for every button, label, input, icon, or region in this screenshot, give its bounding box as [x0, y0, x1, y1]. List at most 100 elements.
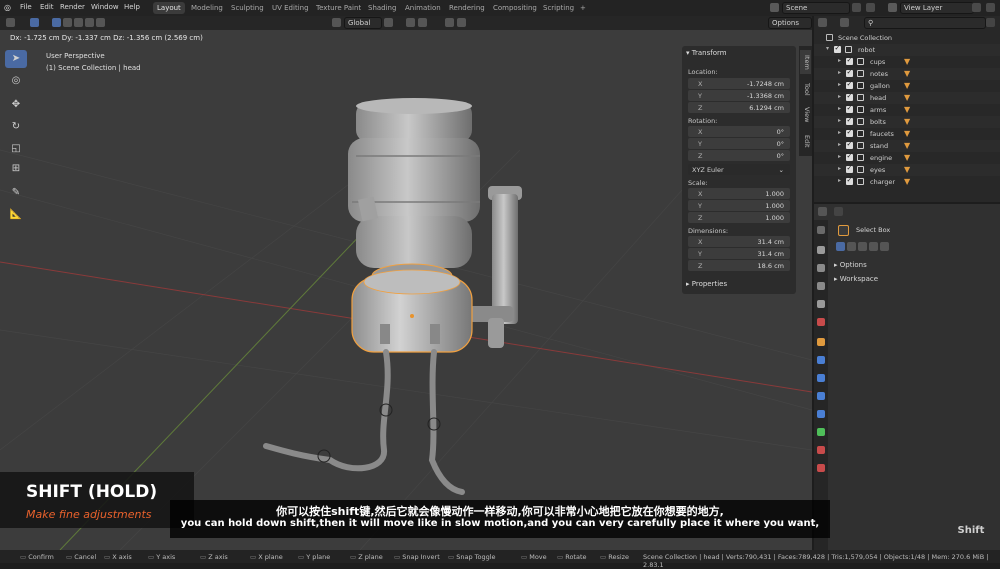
particles-properties-icon[interactable]	[817, 374, 825, 382]
checkbox-icon[interactable]	[846, 80, 853, 89]
select-new-icon[interactable]	[52, 18, 61, 27]
chevron-right-icon[interactable]: ▸	[838, 93, 841, 100]
measure-tool-icon[interactable]: 📐	[5, 206, 27, 224]
mode-intersect-icon[interactable]	[880, 242, 889, 251]
tab-modeling[interactable]: Modeling	[187, 2, 227, 14]
editor-type-icon[interactable]	[6, 18, 15, 27]
tab-rendering[interactable]: Rendering	[445, 2, 489, 14]
proportional-edit-icon[interactable]	[445, 18, 454, 27]
physics-properties-icon[interactable]	[817, 392, 825, 400]
tab-animation[interactable]: Animation	[401, 2, 445, 14]
outliner-item-faucets[interactable]: ▸ faucets ▼	[814, 128, 1000, 140]
duplicate-scene-icon[interactable]	[852, 3, 861, 12]
tool-properties-icon[interactable]	[817, 226, 825, 234]
outliner-scene-collection[interactable]: Scene Collection	[814, 32, 1000, 44]
select-intersect-icon[interactable]	[96, 18, 105, 27]
checkbox-icon[interactable]	[846, 176, 853, 185]
chevron-right-icon[interactable]: ▸	[838, 165, 841, 172]
checkbox-icon[interactable]	[834, 44, 841, 53]
scene-selector[interactable]: Scene	[782, 2, 850, 14]
location-z-field[interactable]: Z 6.1294 cm	[688, 102, 790, 113]
output-properties-icon[interactable]	[817, 264, 825, 272]
annotate-tool-icon[interactable]: ✎	[5, 184, 27, 202]
options-section-header[interactable]: ▸ Options	[834, 261, 867, 269]
select-mode-icon[interactable]	[30, 18, 39, 27]
texture-properties-icon[interactable]	[817, 464, 825, 472]
checkbox-icon[interactable]	[846, 116, 853, 125]
checkbox-icon[interactable]	[846, 56, 853, 65]
data-properties-icon[interactable]	[817, 428, 825, 436]
tab-shading[interactable]: Shading	[364, 2, 400, 14]
menu-edit[interactable]: Edit	[40, 3, 54, 11]
outliner-collection-robot[interactable]: ▾ robot	[814, 44, 1000, 56]
dimensions-z-field[interactable]: Z 18.6 cm	[688, 260, 790, 271]
tab-scripting[interactable]: Scripting	[539, 2, 578, 14]
transform-orientation-icon[interactable]	[332, 18, 341, 27]
outliner-item-cups[interactable]: ▸ cups ▼	[814, 56, 1000, 68]
location-x-field[interactable]: X -1.7248 cm	[688, 78, 790, 89]
rotate-tool-icon[interactable]: ↻	[5, 118, 27, 136]
chevron-right-icon[interactable]: ▸	[838, 141, 841, 148]
outliner-item-bolts[interactable]: ▸ bolts ▼	[814, 116, 1000, 128]
transform-tool-icon[interactable]: ⊞	[5, 160, 27, 178]
rotation-y-field[interactable]: Y 0°	[688, 138, 790, 149]
material-properties-icon[interactable]	[817, 446, 825, 454]
chevron-right-icon[interactable]: ▸	[838, 117, 841, 124]
mode-extend-icon[interactable]	[847, 242, 856, 251]
tab-texture-paint[interactable]: Texture Paint	[312, 2, 365, 14]
properties-editor-icon[interactable]	[818, 207, 827, 216]
tab-sculpting[interactable]: Sculpting	[227, 2, 268, 14]
properties-panel-header[interactable]: ▸ Properties	[686, 280, 727, 288]
view-layer-properties-icon[interactable]	[817, 282, 825, 290]
outliner-item-stand[interactable]: ▸ stand ▼	[814, 140, 1000, 152]
scale-tool-icon[interactable]: ◱	[5, 140, 27, 158]
rotation-z-field[interactable]: Z 0°	[688, 150, 790, 161]
move-tool-icon[interactable]: ✥	[5, 96, 27, 114]
checkbox-icon[interactable]	[846, 164, 853, 173]
object-properties-icon[interactable]	[817, 338, 825, 346]
transform-orientation-select[interactable]: Global	[344, 17, 382, 29]
filter-icon[interactable]	[986, 18, 995, 27]
checkbox-icon[interactable]	[846, 152, 853, 161]
duplicate-layer-icon[interactable]	[972, 3, 981, 12]
mode-invert-icon[interactable]	[869, 242, 878, 251]
checkbox-icon[interactable]	[846, 104, 853, 113]
outliner-item-engine[interactable]: ▸ engine ▼	[814, 152, 1000, 164]
blender-logo-icon[interactable]: ◎	[4, 3, 11, 12]
mode-new-icon[interactable]	[836, 242, 845, 251]
select-subtract-icon[interactable]	[74, 18, 83, 27]
chevron-right-icon[interactable]: ▸	[838, 177, 841, 184]
modifier-properties-icon[interactable]	[817, 356, 825, 364]
scale-x-field[interactable]: X 1.000	[688, 188, 790, 199]
checkbox-icon[interactable]	[846, 140, 853, 149]
display-mode-icon[interactable]	[840, 18, 849, 27]
outliner-item-arms[interactable]: ▸ arms ▼	[814, 104, 1000, 116]
tab-item[interactable]: Item	[800, 50, 811, 74]
options-dropdown[interactable]: Options	[768, 17, 812, 29]
snap-icon[interactable]	[406, 18, 415, 27]
tab-view[interactable]: View	[800, 104, 811, 126]
view-layer-selector[interactable]: View Layer	[900, 2, 974, 14]
snap-target-icon[interactable]	[418, 18, 427, 27]
tab-compositing[interactable]: Compositing	[489, 2, 541, 14]
outliner-search-input[interactable]: ⚲	[864, 17, 986, 29]
rotation-mode-select[interactable]: XYZ Euler ⌄	[688, 164, 790, 175]
active-tool-row[interactable]: Select Box	[836, 224, 996, 236]
tab-edit[interactable]: Edit	[800, 130, 811, 152]
tab-layout[interactable]: Layout	[153, 2, 185, 14]
tab-uv-editing[interactable]: UV Editing	[268, 2, 313, 14]
location-y-field[interactable]: Y -1.3368 cm	[688, 90, 790, 101]
scale-y-field[interactable]: Y 1.000	[688, 200, 790, 211]
scene-properties-icon[interactable]	[817, 300, 825, 308]
mode-subtract-icon[interactable]	[858, 242, 867, 251]
rotation-x-field[interactable]: X 0°	[688, 126, 790, 137]
checkbox-icon[interactable]	[846, 128, 853, 137]
outliner-item-head[interactable]: ▸ head ▼	[814, 92, 1000, 104]
close-scene-icon[interactable]	[866, 3, 875, 12]
add-workspace-button[interactable]: +	[576, 2, 590, 14]
chevron-right-icon[interactable]: ▸	[838, 105, 841, 112]
chevron-right-icon[interactable]: ▸	[838, 69, 841, 76]
outliner-item-gallon[interactable]: ▸ gallon ▼	[814, 80, 1000, 92]
chevron-right-icon[interactable]: ▸	[838, 81, 841, 88]
cursor-tool-icon[interactable]: ◎	[5, 72, 27, 90]
